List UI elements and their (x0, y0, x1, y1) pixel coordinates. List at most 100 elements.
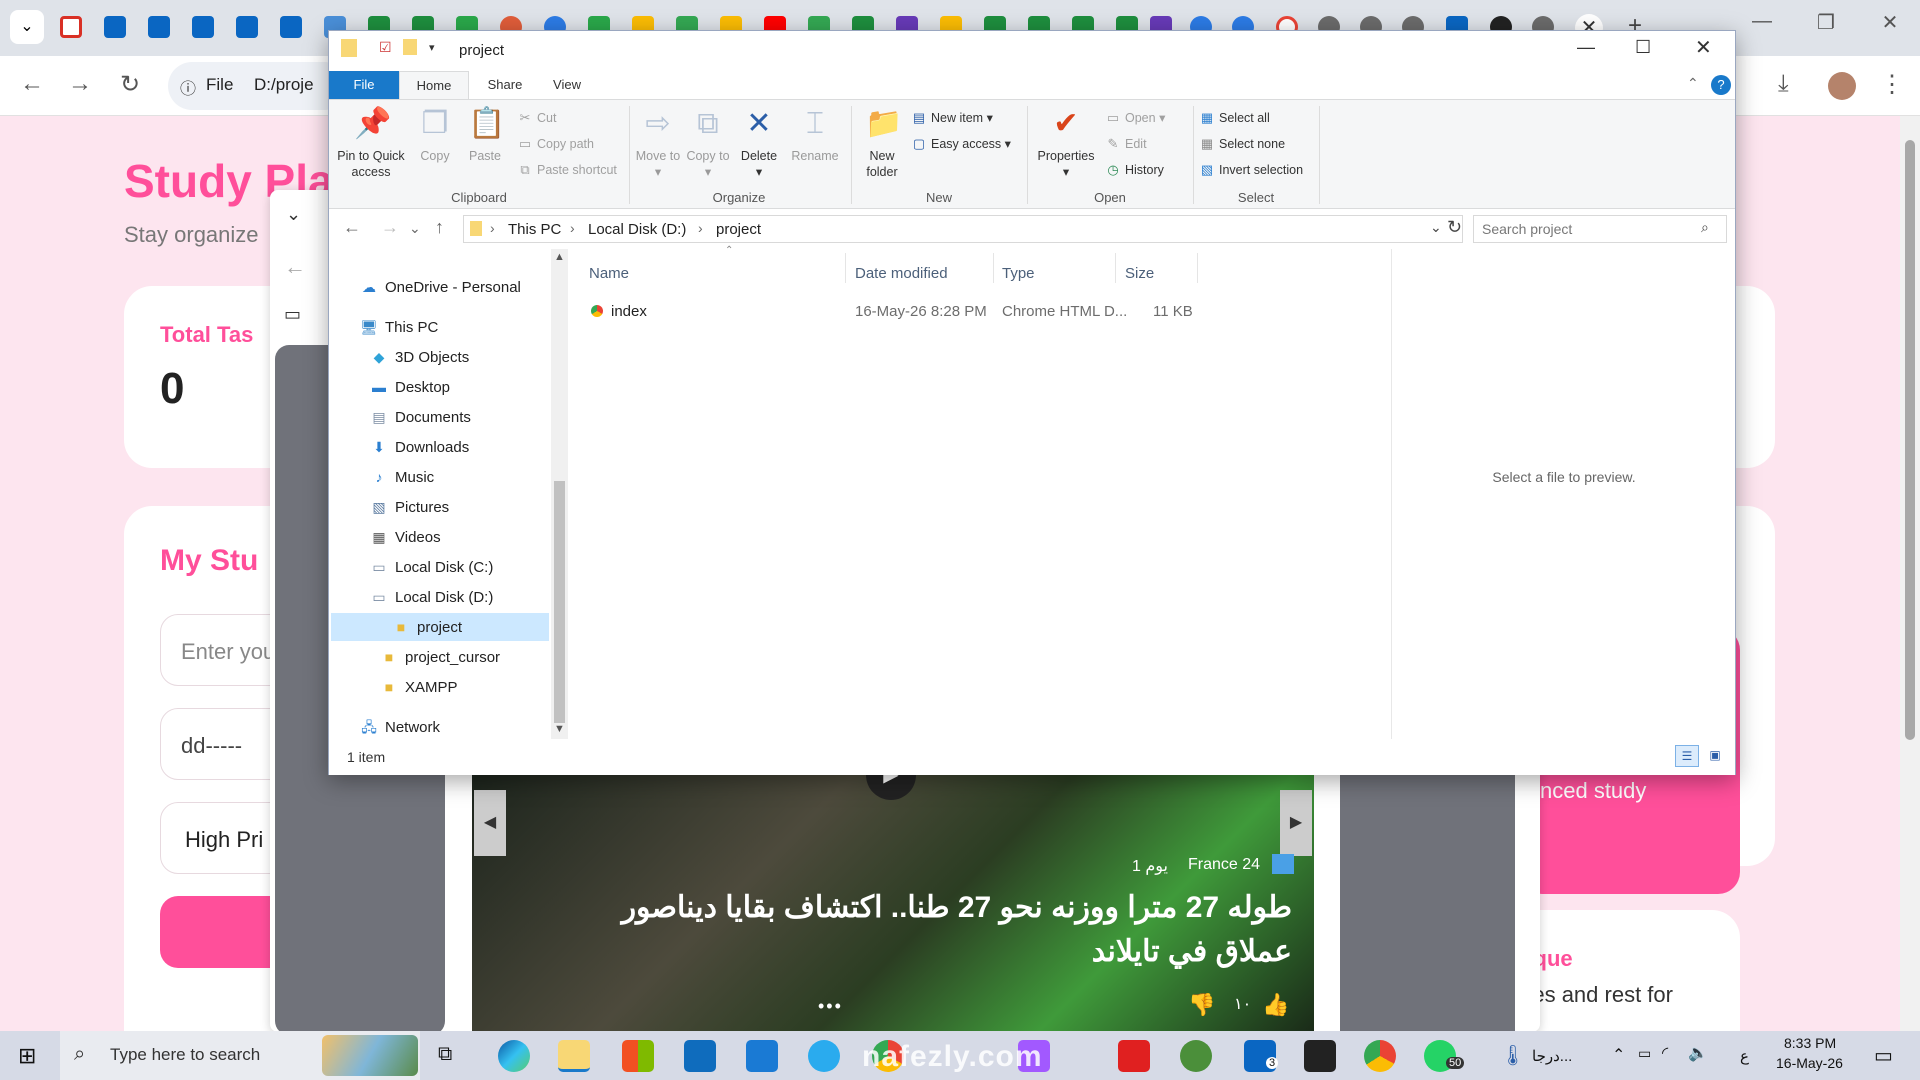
news-headline-2[interactable]: عملاق في تايلاند (1092, 934, 1292, 969)
back-icon[interactable]: ← (343, 217, 361, 238)
task-view-icon[interactable]: ⧉ (438, 1043, 452, 1066)
nav-scrollbar-thumb[interactable] (554, 481, 565, 723)
back-icon[interactable]: ← (20, 70, 44, 98)
rename-button[interactable]: ⌶ Rename (787, 106, 843, 164)
qat-dropdown-icon[interactable]: ▾ (429, 41, 435, 54)
delete-button[interactable]: ✕ Delete ▾ (735, 106, 783, 180)
nav-videos[interactable]: ▦ Videos (369, 523, 440, 551)
weather-text[interactable]: درجا... (1532, 1047, 1572, 1065)
info-icon[interactable]: ⓘ (180, 75, 196, 99)
nav-local-disk-d[interactable]: ▭ Local Disk (D:) (369, 583, 493, 611)
next-arrow-icon[interactable]: ▶ (1280, 790, 1312, 856)
linkedin-favicon-icon[interactable] (236, 16, 258, 38)
tray-device-icon[interactable]: ▭ (1638, 1045, 1651, 1062)
menu-icon[interactable]: ⋮ (1880, 70, 1904, 99)
nav-onedrive[interactable]: ☁ OneDrive - Personal (359, 273, 521, 301)
nav-xampp[interactable]: ■ XAMPP (379, 673, 458, 701)
new-folder-button[interactable]: 📁 New folder (857, 106, 907, 180)
scroll-down-icon[interactable]: ▼ (554, 723, 565, 735)
select-none-button[interactable]: ▦ Select none (1199, 136, 1285, 152)
input-language[interactable]: ع (1740, 1047, 1749, 1065)
forward-icon[interactable]: → (68, 70, 92, 98)
properties-quick-icon[interactable]: ☑ (379, 39, 392, 56)
tab-view[interactable]: View (537, 71, 597, 99)
gmail-favicon-icon[interactable] (60, 16, 82, 38)
nav-this-pc[interactable]: 🖥 This PC (359, 313, 438, 341)
chrome-profile-icon[interactable] (1364, 1040, 1396, 1072)
dislike-icon[interactable]: 👎 (1188, 992, 1215, 1018)
large-icons-view-icon[interactable]: ▣ (1703, 745, 1727, 767)
easy-access-button[interactable]: ▢ Easy access ▾ (911, 136, 1011, 152)
column-separator[interactable] (1115, 253, 1116, 283)
refresh-icon[interactable]: ↻ (1447, 217, 1462, 238)
nav-documents[interactable]: ▤ Documents (369, 403, 471, 431)
explorer-minimize-icon[interactable]: — (1577, 37, 1595, 58)
wps-icon[interactable] (1118, 1040, 1150, 1072)
news-video-card[interactable]: ▶ ◀ ▶ 1 يوم France 24 طوله 27 مترا ووزنه… (472, 770, 1314, 1032)
nav-pictures[interactable]: ▧ Pictures (369, 493, 449, 521)
explorer-close-icon[interactable]: ✕ (1695, 35, 1712, 60)
nav-network[interactable]: 🖧 Network (359, 713, 440, 741)
up-icon[interactable]: ↑ (435, 217, 444, 238)
linkedin-favicon-icon[interactable] (104, 16, 126, 38)
profile-avatar[interactable] (1828, 72, 1856, 100)
page-scrollbar-thumb[interactable] (1905, 140, 1915, 740)
file-explorer-icon[interactable] (558, 1040, 590, 1072)
app-dark-icon[interactable] (1304, 1040, 1336, 1072)
news-headline-1[interactable]: طوله 27 مترا ووزنه نحو 27 طنا.. اكتشاف ب… (622, 890, 1292, 925)
nav-3d-objects[interactable]: ◆ 3D Objects (369, 343, 470, 371)
select-all-button[interactable]: ▦ Select all (1199, 110, 1270, 126)
nav-project[interactable]: ■ project (331, 613, 549, 641)
like-icon[interactable]: 👍 (1262, 992, 1289, 1018)
explorer-maximize-icon[interactable]: ☐ (1635, 37, 1651, 58)
tray-chevron-icon[interactable]: ⌃ (1612, 1045, 1625, 1065)
thermometer-icon[interactable]: 🌡 (1500, 1043, 1525, 1068)
search-input[interactable]: Search project (1473, 215, 1727, 243)
new-item-button[interactable]: ▤ New item ▾ (911, 110, 993, 126)
column-date[interactable]: Date modified (855, 265, 948, 282)
breadcrumb-this-pc[interactable]: This PC (508, 221, 561, 238)
scroll-up-icon[interactable]: ▲ (554, 251, 565, 263)
nav-desktop[interactable]: ▬ Desktop (369, 373, 450, 401)
more-dots-icon[interactable]: ••• (818, 996, 843, 1017)
column-size[interactable]: Size (1125, 265, 1154, 282)
copy-to-button[interactable]: ⧉ Copy to ▾ (685, 106, 731, 180)
help-icon[interactable]: ? (1711, 75, 1731, 95)
nav-downloads[interactable]: ⬇ Downloads (369, 433, 469, 461)
telegram-icon[interactable] (808, 1040, 840, 1072)
store-icon[interactable] (622, 1040, 654, 1072)
forward-icon[interactable]: → (381, 217, 399, 238)
chevron-down-icon[interactable]: ⌄ (286, 204, 301, 225)
wifi-icon[interactable]: ◜ (1662, 1043, 1668, 1063)
linkedin-favicon-icon[interactable] (148, 16, 170, 38)
column-type[interactable]: Type (1002, 265, 1035, 282)
invert-selection-button[interactable]: ▧ Invert selection (1199, 162, 1303, 178)
clock-time[interactable]: 8:33 PM (1784, 1035, 1836, 1051)
open-button[interactable]: ▭ Open ▾ (1105, 110, 1166, 126)
download-icon[interactable]: ⤓ (1778, 70, 1789, 98)
breadcrumb-disk-d[interactable]: Local Disk (D:) (588, 221, 686, 238)
nav-local-disk-c[interactable]: ▭ Local Disk (C:) (369, 553, 493, 581)
start-windows-icon[interactable]: ⊞ (18, 1043, 36, 1069)
file-name[interactable]: index (611, 303, 647, 320)
close-icon[interactable]: ✕ (1870, 10, 1910, 35)
column-separator[interactable] (845, 253, 846, 283)
address-bar[interactable]: ⓘ File D:/proje (168, 62, 348, 110)
volume-icon[interactable]: 🔈 (1688, 1043, 1708, 1063)
pin-quick-access-button[interactable]: 📌 Pin to Quick access (333, 106, 409, 180)
linkedin-favicon-icon[interactable] (280, 16, 302, 38)
tab-file[interactable]: File (329, 71, 399, 99)
cut-button[interactable]: ✂ Cut (517, 110, 557, 126)
restore-icon[interactable]: ❐ (1806, 10, 1846, 35)
tab-home[interactable]: Home (399, 71, 469, 99)
breadcrumb-project[interactable]: project (716, 221, 761, 238)
ribbon-collapse-icon[interactable]: ⌃ (1687, 75, 1699, 92)
details-view-icon[interactable]: ☰ (1675, 745, 1699, 767)
recent-locations-icon[interactable]: ⌄ (409, 220, 421, 237)
properties-button[interactable]: ✔ Properties ▾ (1031, 106, 1101, 180)
linkedin-favicon-icon[interactable] (192, 16, 214, 38)
search-icon[interactable]: ⌕ (1701, 219, 1709, 236)
edit-button[interactable]: ✎ Edit (1105, 136, 1147, 152)
minimize-icon[interactable]: — (1742, 10, 1782, 33)
nav-music[interactable]: ♪ Music (369, 463, 435, 491)
